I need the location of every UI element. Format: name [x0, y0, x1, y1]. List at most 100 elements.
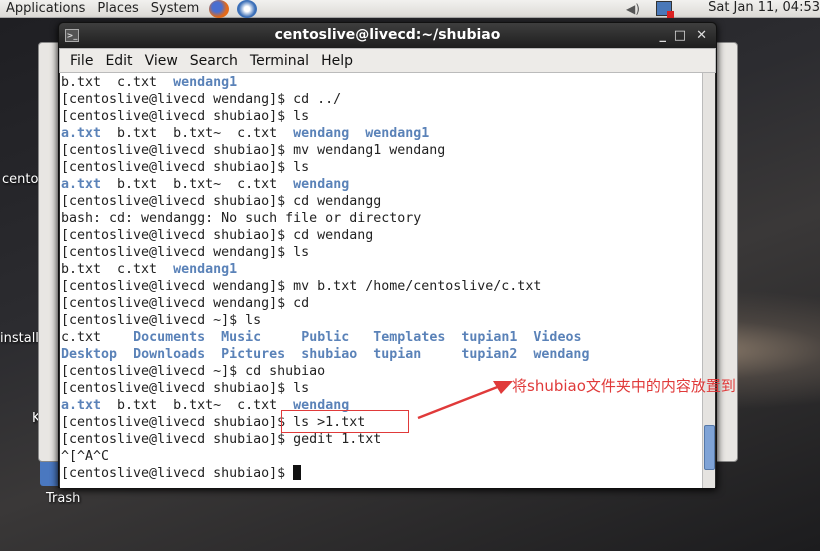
dir-or-file-entry: Documents [133, 330, 206, 345]
network-icon[interactable] [656, 1, 674, 18]
dir-or-file-entry: Music [221, 330, 262, 345]
dir-or-file-entry: a.txt [61, 177, 102, 192]
dir-or-file-entry: tupian2 [461, 347, 518, 362]
dir-or-file-entry: tupian1 [461, 330, 518, 345]
dir-or-file-entry: Pictures [221, 347, 286, 362]
dir-or-file-entry: Templates [373, 330, 446, 345]
arrow-icon [417, 381, 513, 420]
menu-applications[interactable]: Applications [0, 1, 91, 16]
terminal-line: [centoslive@livecd shubiao]$ cd wendangg [60, 193, 703, 210]
terminal-text: [centoslive@livecd shubiao]$ mv wendang1… [61, 143, 446, 158]
clock[interactable]: Sat Jan 11, 04:53 [708, 0, 820, 15]
menu-search[interactable]: Search [184, 53, 244, 69]
terminal-line: [centoslive@livecd wendang]$ ls [60, 244, 703, 261]
menu-file[interactable]: File [64, 53, 99, 69]
terminal-line: [centoslive@livecd wendang]$ cd [60, 295, 703, 312]
terminal-text: [centoslive@livecd shubiao]$ ls [61, 160, 310, 175]
terminal-line: [centoslive@livecd wendang]$ cd ../ [60, 91, 703, 108]
terminal-icon: >_ [65, 29, 79, 42]
terminal-text: b.txt b.txt~ c.txt [101, 126, 294, 141]
title-bar[interactable]: >_ centoslive@livecd:~/shubiao _ □ ✕ [59, 23, 716, 48]
desktop-icon-install[interactable]: install [0, 331, 39, 346]
firefox-icon[interactable] [209, 0, 230, 18]
volume-icon[interactable]: ◀) [626, 2, 640, 16]
close-icon[interactable]: ✕ [696, 23, 707, 48]
terminal-text: [centoslive@livecd shubiao]$ ls [61, 109, 310, 124]
dir-or-file-entry: shubiao [301, 347, 358, 362]
dir-or-file-entry: tupian [373, 347, 422, 362]
terminal-line: b.txt c.txt wendang1 [60, 261, 703, 278]
terminal-text: ^[^A^C [61, 449, 110, 464]
terminal-line: bash: cd: wendangg: No such file or dire… [60, 210, 703, 227]
terminal-line: c.txt Documents Music Public Templates t… [60, 329, 703, 346]
terminal-line: [centoslive@livecd wendang]$ mv b.txt /h… [60, 278, 703, 295]
menu-places[interactable]: Places [91, 1, 144, 16]
terminal-text: [centoslive@livecd shubiao]$ ls [61, 381, 310, 396]
terminal-text: [centoslive@livecd shubiao]$ cd wendang [61, 228, 374, 243]
dir-or-file-entry: wendang [533, 347, 590, 362]
dir-or-file-entry: wendang1 [173, 75, 238, 90]
menu-terminal[interactable]: Terminal [244, 53, 315, 69]
terminal-text: b.txt b.txt~ c.txt [101, 398, 294, 413]
menu-view[interactable]: View [139, 53, 184, 69]
minimize-icon[interactable]: _ [660, 23, 667, 48]
terminal-text: [centoslive@livecd wendang]$ cd ../ [61, 92, 342, 107]
desktop-icon-trash[interactable]: Trash [46, 491, 80, 506]
maximize-icon[interactable]: □ [674, 23, 686, 48]
terminal-line: [centoslive@livecd shubiao]$ gedit 1.txt [60, 431, 703, 448]
thunderbird-icon[interactable] [237, 0, 258, 18]
terminal-text: [centoslive@livecd ~]$ ls [61, 313, 262, 328]
dir-or-file-entry: wendang1 [365, 126, 430, 141]
terminal-line: [centoslive@livecd shubiao]$ cd wendang [60, 227, 703, 244]
terminal-line: [centoslive@livecd shubiao]$ [60, 465, 703, 482]
terminal-text: [centoslive@livecd wendang]$ mv b.txt /h… [61, 279, 542, 294]
dir-or-file-entry: wendang [293, 126, 350, 141]
terminal-line: [centoslive@livecd ~]$ ls [60, 312, 703, 329]
terminal-text: b.txt b.txt~ c.txt [101, 177, 294, 192]
dir-or-file-entry: a.txt [61, 398, 102, 413]
terminal-text: [centoslive@livecd shubiao]$ [61, 466, 294, 481]
terminal-line: a.txt b.txt b.txt~ c.txt wendang [60, 176, 703, 193]
cursor [293, 465, 302, 480]
dir-or-file-entry: Videos [533, 330, 582, 345]
terminal-text: b.txt c.txt [61, 75, 174, 90]
menu-system[interactable]: System [145, 1, 205, 16]
terminal-line: Desktop Downloads Pictures shubiao tupia… [60, 346, 703, 363]
terminal-line: ^[^A^C [60, 448, 703, 465]
dir-or-file-entry: Downloads [133, 347, 206, 362]
terminal-text: bash: cd: wendangg: No such file or dire… [61, 211, 422, 226]
terminal-text: [centoslive@livecd ~]$ cd shubiao [61, 364, 326, 379]
scrollbar[interactable] [702, 73, 715, 488]
annotation-text: 将shubiao文件夹中的内容放置到 [512, 377, 736, 395]
terminal-text: [centoslive@livecd shubiao]$ cd wendangg [61, 194, 382, 209]
terminal-line: [centoslive@livecd shubiao]$ ls [60, 159, 703, 176]
terminal-line: [centoslive@livecd shubiao]$ mv wendang1… [60, 142, 703, 159]
top-panel: Applications Places System ◀) Sat Jan 11… [0, 0, 820, 18]
terminal-text: [centoslive@livecd wendang]$ ls [61, 245, 310, 260]
scrollbar-thumb[interactable] [704, 425, 715, 470]
menu-edit[interactable]: Edit [99, 53, 138, 69]
terminal-text: b.txt c.txt [61, 262, 174, 277]
dir-or-file-entry: Desktop [61, 347, 118, 362]
terminal-text: c.txt [61, 330, 134, 345]
terminal-text: [centoslive@livecd wendang]$ cd [61, 296, 310, 311]
dir-or-file-entry: wendang [293, 177, 350, 192]
dir-or-file-entry: wendang1 [173, 262, 238, 277]
window-title: centoslive@livecd:~/shubiao [274, 27, 501, 43]
highlight-box [281, 410, 409, 433]
menu-help[interactable]: Help [315, 53, 359, 69]
dir-or-file-entry: a.txt [61, 126, 102, 141]
menu-bar: File Edit View Search Terminal Help [59, 48, 716, 73]
